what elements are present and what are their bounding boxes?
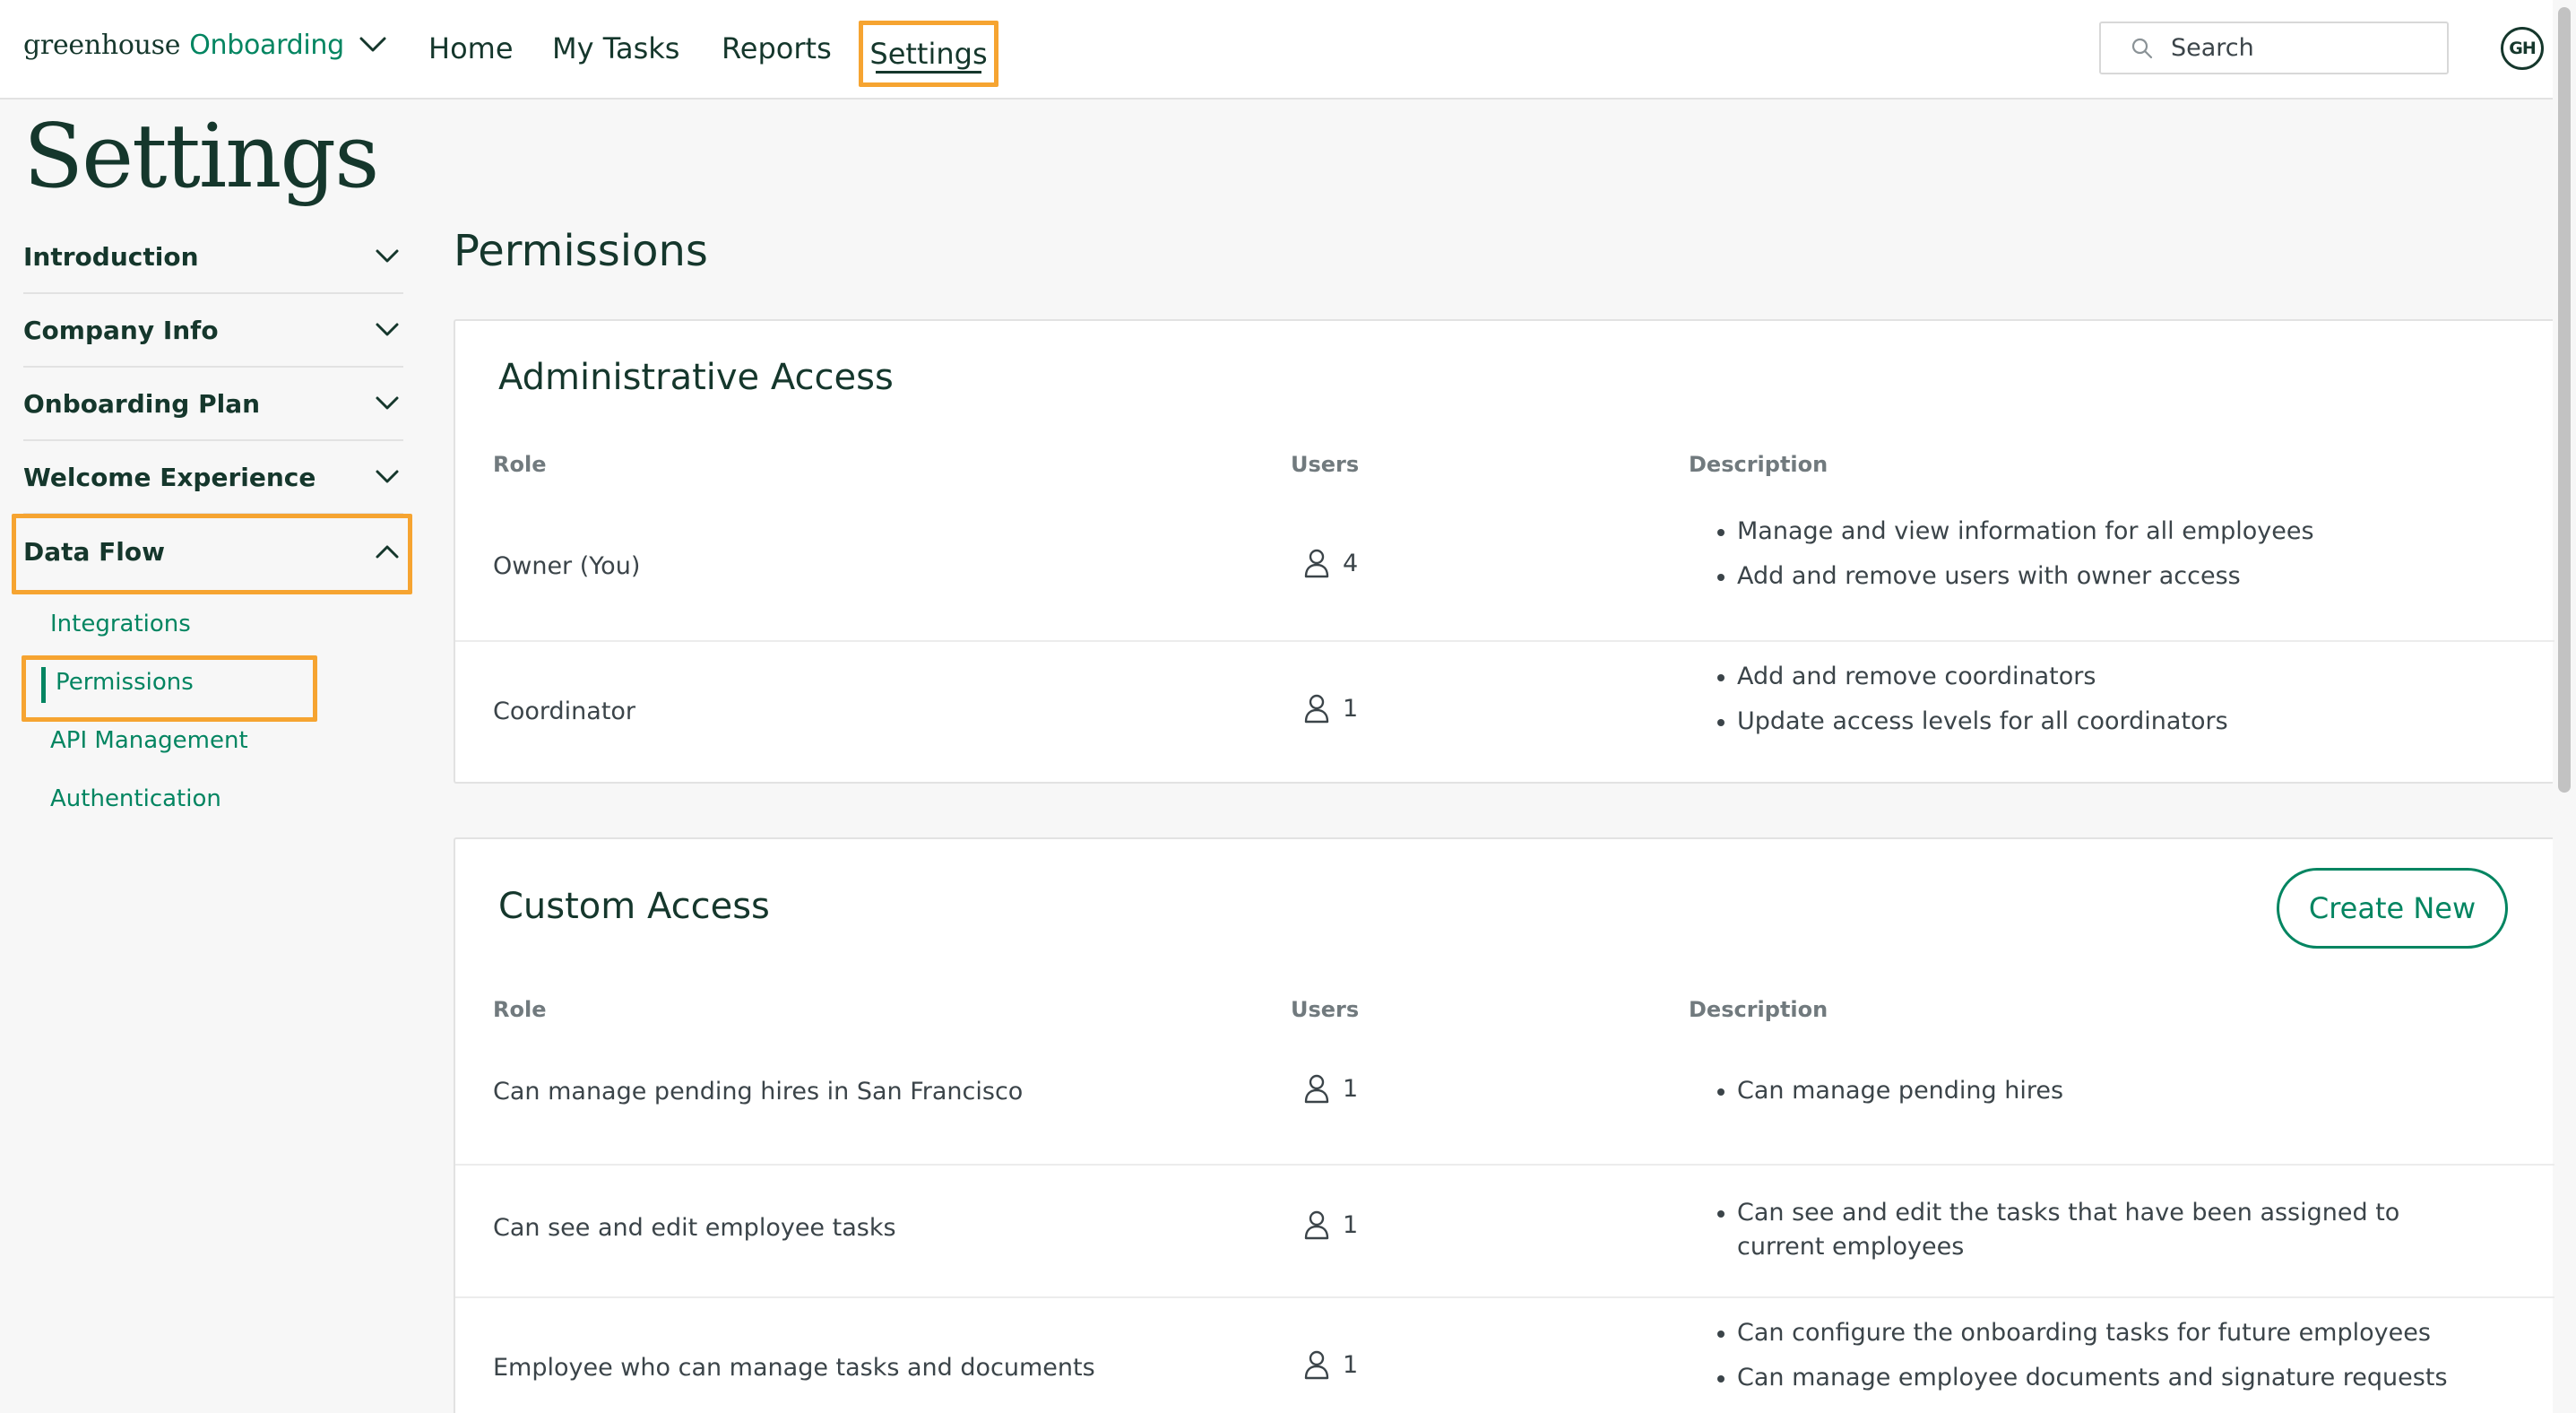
user-icon (1301, 547, 1332, 579)
search-input[interactable] (2171, 34, 2431, 62)
table-row[interactable]: Can see and edit employee tasks 1 Can se… (455, 1166, 2554, 1298)
column-header-description: Description (1689, 997, 1828, 1022)
description-item: Add and remove users with owner access (1689, 559, 2459, 594)
description-item: Update access levels for all coordinator… (1689, 705, 2459, 739)
chevron-down-icon[interactable] (355, 27, 391, 63)
role-name: Coordinator (493, 698, 636, 725)
user-icon (1301, 1072, 1332, 1105)
description-item: Manage and view information for all empl… (1689, 515, 2459, 549)
column-header-role: Role (493, 997, 547, 1022)
chevron-up-icon (371, 535, 403, 568)
custom-access-card: Custom Access Create New Role Users Desc… (454, 837, 2554, 1413)
description-item: Can see and edit the tasks that have bee… (1689, 1196, 2424, 1264)
user-count-value: 4 (1343, 549, 1359, 577)
sidebar-section-label: Introduction (23, 241, 199, 272)
card-title: Custom Access (498, 886, 770, 927)
table-row[interactable]: Owner (You) 4 Manage and view informatio… (455, 495, 2554, 642)
description-list: Can see and edit the tasks that have bee… (1689, 1196, 2424, 1264)
column-header-users: Users (1291, 997, 1360, 1022)
top-navigation: greenhouse Onboarding Home My Tasks Repo… (0, 0, 2576, 100)
data-flow-submenu: Integrations Permissions API Management … (22, 595, 403, 828)
role-name: Employee who can manage tasks and docume… (493, 1354, 1095, 1382)
active-indicator (41, 667, 46, 703)
brand-logo: greenhouse (23, 29, 181, 61)
nav-settings-label: Settings (869, 37, 988, 71)
page-title: Settings (23, 106, 379, 208)
user-count[interactable]: 4 (1301, 547, 1358, 579)
role-name: Can manage pending hires in San Francisc… (493, 1078, 1024, 1105)
sidebar-section-label: Onboarding Plan (23, 388, 261, 419)
brand-product: Onboarding (189, 29, 344, 61)
section-title: Permissions (454, 226, 708, 276)
scrollbar-thumb[interactable] (2558, 7, 2571, 793)
user-count-value: 1 (1343, 694, 1359, 723)
description-list: Can manage pending hires (1689, 1074, 2459, 1108)
description-item: Can configure the onboarding tasks for f… (1689, 1316, 2459, 1350)
nav-my-tasks[interactable]: My Tasks (552, 20, 679, 77)
sidebar-section-welcome-experience[interactable]: Welcome Experience (23, 441, 403, 515)
description-list: Can configure the onboarding tasks for f… (1689, 1316, 2459, 1395)
settings-sidebar: Introduction Company Info Onboarding Pla… (12, 221, 412, 828)
avatar[interactable]: GH (2501, 27, 2544, 70)
user-icon (1301, 1209, 1332, 1241)
user-count[interactable]: 1 (1301, 1348, 1358, 1381)
role-name: Owner (You) (493, 552, 641, 580)
active-underline (876, 71, 981, 74)
brand-switcher[interactable]: greenhouse Onboarding (23, 23, 391, 66)
description-list: Add and remove coordinators Update acces… (1689, 660, 2459, 739)
chevron-down-icon (371, 240, 403, 273)
administrative-access-card: Administrative Access Role Users Descrip… (454, 319, 2554, 785)
description-item: Can manage pending hires (1689, 1074, 2459, 1108)
chevron-down-icon (371, 314, 403, 346)
column-header-description: Description (1689, 452, 1828, 477)
user-icon (1301, 1348, 1332, 1381)
search-box[interactable] (2099, 22, 2449, 74)
table-row[interactable]: Employee who can manage tasks and docume… (455, 1298, 2554, 1413)
description-item: Add and remove coordinators (1689, 660, 2459, 694)
nav-reports[interactable]: Reports (722, 20, 832, 77)
user-icon (1301, 692, 1332, 724)
column-header-users: Users (1291, 452, 1360, 477)
role-name: Can see and edit employee tasks (493, 1214, 896, 1242)
user-count-value: 1 (1343, 1350, 1359, 1379)
table-row[interactable]: Can manage pending hires in San Francisc… (455, 1042, 2554, 1166)
user-count-value: 1 (1343, 1210, 1359, 1239)
column-header-role: Role (493, 452, 547, 477)
table-row[interactable]: Coordinator 1 Add and remove coordinator… (455, 642, 2554, 785)
chevron-down-icon (371, 387, 403, 420)
create-new-button[interactable]: Create New (2277, 868, 2508, 949)
nav-settings[interactable]: Settings (859, 21, 998, 87)
sidebar-section-label: Company Info (23, 315, 219, 345)
nav-home[interactable]: Home (428, 20, 514, 77)
card-title: Administrative Access (498, 357, 894, 398)
sidebar-section-onboarding-plan[interactable]: Onboarding Plan (23, 368, 403, 441)
sidebar-item-permissions[interactable]: Permissions (22, 654, 403, 722)
description-list: Manage and view information for all empl… (1689, 515, 2459, 594)
sidebar-section-company-info[interactable]: Company Info (23, 294, 403, 368)
user-count[interactable]: 1 (1301, 1209, 1358, 1241)
chevron-down-icon (371, 461, 403, 493)
sidebar-item-label: Permissions (56, 669, 194, 696)
user-count[interactable]: 1 (1301, 692, 1358, 724)
sidebar-item-integrations[interactable]: Integrations (23, 595, 403, 654)
user-count-value: 1 (1343, 1074, 1359, 1103)
sidebar-section-data-flow[interactable]: Data Flow (12, 514, 412, 594)
sidebar-section-introduction[interactable]: Introduction (23, 221, 403, 294)
sidebar-item-authentication[interactable]: Authentication (23, 770, 403, 828)
scrollbar[interactable] (2553, 0, 2576, 1413)
search-icon (2130, 36, 2155, 61)
app-window: greenhouse Onboarding Home My Tasks Repo… (0, 0, 2576, 1413)
sidebar-section-label: Data Flow (23, 536, 165, 567)
sidebar-section-label: Welcome Experience (23, 462, 316, 492)
sidebar-item-api-management[interactable]: API Management (23, 712, 403, 770)
description-item: Can manage employee documents and signat… (1689, 1361, 2459, 1395)
user-count[interactable]: 1 (1301, 1072, 1358, 1105)
